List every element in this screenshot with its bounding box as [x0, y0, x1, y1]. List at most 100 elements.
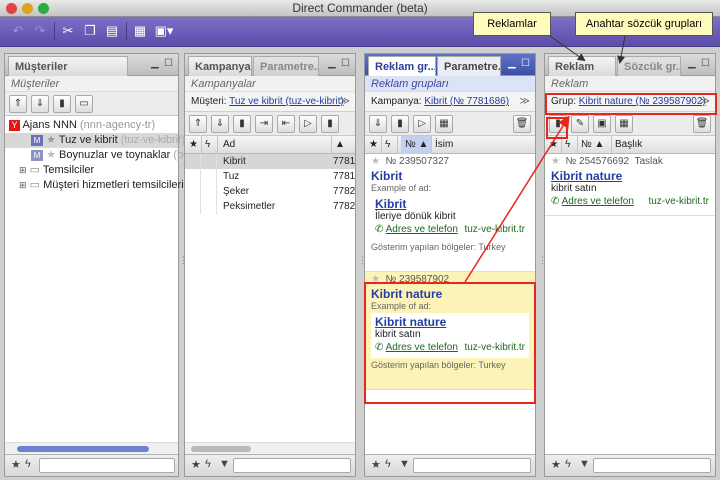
search-input[interactable]	[593, 458, 711, 473]
panel-minimize-icon[interactable]: ▁	[151, 58, 159, 69]
sort-asc-icon[interactable]: ▲	[335, 136, 345, 154]
tree-item-agency[interactable]: Y Ajans NNN (nnn-agency-tr)	[5, 118, 178, 133]
flash-column-icon[interactable]: ϟ	[385, 136, 390, 154]
table-row[interactable]: Peksimetler 7782	[185, 199, 355, 214]
new-campaign-icon[interactable]: ▮	[233, 115, 251, 133]
download-icon[interactable]: ⇓	[211, 115, 229, 133]
table-row[interactable]: Şeker 7782	[185, 184, 355, 199]
flash-filter-icon[interactable]: ϟ	[25, 458, 31, 470]
tab-ads[interactable]: Reklam	[548, 56, 616, 76]
column-name[interactable]: İsim	[435, 136, 453, 154]
panel-minimize-icon[interactable]: ▁	[688, 58, 696, 69]
delete-icon[interactable]: 🗑	[513, 115, 531, 133]
delete-icon[interactable]: 🗑	[693, 115, 711, 133]
star-icon[interactable]: ★	[371, 156, 380, 167]
redo-icon[interactable]: ↷	[30, 21, 50, 41]
campaign-filter-link[interactable]: Kibrit (№ 7781686)	[424, 96, 509, 107]
table-row[interactable]: Kibrit 7781	[185, 154, 355, 169]
column-title[interactable]: Başlık	[615, 136, 642, 154]
stop-campaign-icon[interactable]: ⇤	[277, 115, 295, 133]
collapse-chevron-icon[interactable]: ≫	[520, 92, 530, 111]
cut-icon[interactable]: ✂	[58, 21, 78, 41]
view-options-dropdown-icon[interactable]: ▣▾	[152, 21, 176, 41]
edit-ad-icon[interactable]: ✎	[571, 115, 589, 133]
flash-column-icon[interactable]: ϟ	[205, 136, 210, 154]
horizontal-scrollbar[interactable]	[5, 442, 178, 454]
search-input[interactable]	[233, 458, 351, 473]
close-window-icon[interactable]	[6, 3, 17, 14]
tab-campaign-parameters[interactable]: Parametre...	[253, 56, 319, 76]
expand-icon[interactable]: ⊞	[19, 165, 27, 175]
favorites-column-icon[interactable]: ★	[369, 136, 378, 154]
paste-icon[interactable]: ▤	[102, 21, 122, 41]
star-icon[interactable]: ★	[551, 156, 560, 167]
undo-icon[interactable]: ↶	[8, 21, 28, 41]
flash-filter-icon[interactable]: ϟ	[205, 458, 211, 470]
start-campaign-icon[interactable]: ⇥	[255, 115, 273, 133]
star-icon[interactable]: ★	[46, 149, 56, 161]
favorites-filter-icon[interactable]: ★	[11, 458, 21, 471]
minimize-window-icon[interactable]	[22, 3, 33, 14]
panel-maximize-icon[interactable]: ☐	[164, 58, 173, 69]
search-input[interactable]	[413, 458, 531, 473]
move-up-icon[interactable]: ⇑	[9, 95, 27, 113]
contact-link[interactable]: Adres ve telefon	[386, 224, 458, 235]
statistics-icon[interactable]: ▮	[321, 115, 339, 133]
search-input[interactable]	[39, 458, 175, 473]
download-icon[interactable]: ⇓	[369, 115, 387, 133]
resume-campaign-icon[interactable]: ▷	[299, 115, 317, 133]
image-ad-icon[interactable]: ▣	[593, 115, 611, 133]
new-group-icon[interactable]: ▮	[391, 115, 409, 133]
flash-filter-icon[interactable]: ϟ	[565, 458, 571, 470]
panel-maximize-icon[interactable]: ☐	[521, 58, 530, 69]
tab-campaigns[interactable]: Kampanyalar	[188, 56, 252, 76]
move-down-icon[interactable]: ⇓	[31, 95, 49, 113]
tree-item-representatives[interactable]: ⊞ ▭ Temsilciler	[5, 163, 178, 178]
table-view-icon[interactable]: ▦	[435, 115, 453, 133]
list-item[interactable]: ★ № 254576692 Taslak Kibrit nature kibri…	[545, 154, 715, 216]
column-number[interactable]: № ▲	[401, 136, 433, 154]
list-item[interactable]: ★ № 239507327 Kibrit Example of ad: Kibr…	[365, 154, 535, 272]
copy-icon[interactable]: ❐	[80, 21, 100, 41]
horizontal-scrollbar[interactable]	[185, 442, 355, 454]
statistics-icon[interactable]: ▮	[53, 95, 71, 113]
star-icon[interactable]: ★	[46, 134, 56, 146]
contact-link[interactable]: Adres ve telefon	[562, 196, 634, 207]
expand-icon[interactable]: ⊞	[19, 180, 27, 190]
tab-ad-group-parameters[interactable]: Parametre...	[437, 56, 501, 76]
favorites-filter-icon[interactable]: ★	[371, 458, 381, 471]
panel-minimize-icon[interactable]: ▁	[508, 58, 516, 69]
tab-clients[interactable]: Müşteriler	[8, 56, 128, 76]
filter-funnel-icon[interactable]: ▼	[399, 458, 410, 470]
tree-item-client-selected[interactable]: M ★ Tuz ve kibrit (tuz-ve-kibrit)	[5, 133, 185, 148]
favorites-filter-icon[interactable]: ★	[191, 458, 201, 471]
table-row[interactable]: Tuz 7781	[185, 169, 355, 184]
tree-item-service-representatives[interactable]: ⊞ ▭ Müşteri hizmetleri temsilcileri	[5, 178, 184, 193]
zoom-window-icon[interactable]	[38, 3, 49, 14]
favorites-column-icon[interactable]: ★	[189, 136, 198, 154]
ad-title-link[interactable]: Kibrit nature	[551, 169, 709, 183]
campaign-filter[interactable]: Kampanya: Kibrit (№ 7781686) ≫	[365, 92, 535, 112]
grid-view-icon[interactable]: ▦	[130, 21, 150, 41]
tree-item-client[interactable]: M ★ Boynuzlar ve toynaklar (bo	[5, 148, 189, 163]
favorites-filter-icon[interactable]: ★	[551, 458, 561, 471]
client-filter-link[interactable]: Tuz ve kibrit (tuz-ve-kibrit)	[229, 96, 344, 107]
budget-icon[interactable]: ▭	[75, 95, 93, 113]
column-number[interactable]: № ▲	[581, 136, 604, 154]
panel-minimize-icon[interactable]: ▁	[328, 58, 336, 69]
column-name[interactable]: Ad	[223, 136, 235, 154]
tab-ad-groups[interactable]: Reklam gr...	[368, 56, 436, 76]
ad-title-link[interactable]: Kibrit	[375, 197, 525, 211]
table-view-icon[interactable]: ▦	[615, 115, 633, 133]
collapse-chevron-icon[interactable]: ≫	[340, 92, 350, 111]
resume-group-icon[interactable]: ▷	[413, 115, 431, 133]
tab-keyword-groups[interactable]: Sözcük gr...	[617, 56, 681, 76]
client-filter[interactable]: Müşteri: Tuz ve kibrit (tuz-ve-kibrit) ≫	[185, 92, 355, 112]
panel-maximize-icon[interactable]: ☐	[701, 58, 710, 69]
flash-filter-icon[interactable]: ϟ	[385, 458, 391, 470]
panel-maximize-icon[interactable]: ☐	[341, 58, 350, 69]
upload-icon[interactable]: ⇑	[189, 115, 207, 133]
clients-panel: Müşteriler ▁ ☐ Müşteriler ⇑ ⇓ ▮ ▭ Y Ajan…	[4, 53, 189, 477]
filter-funnel-icon[interactable]: ▼	[579, 458, 590, 470]
filter-funnel-icon[interactable]: ▼	[219, 458, 230, 470]
